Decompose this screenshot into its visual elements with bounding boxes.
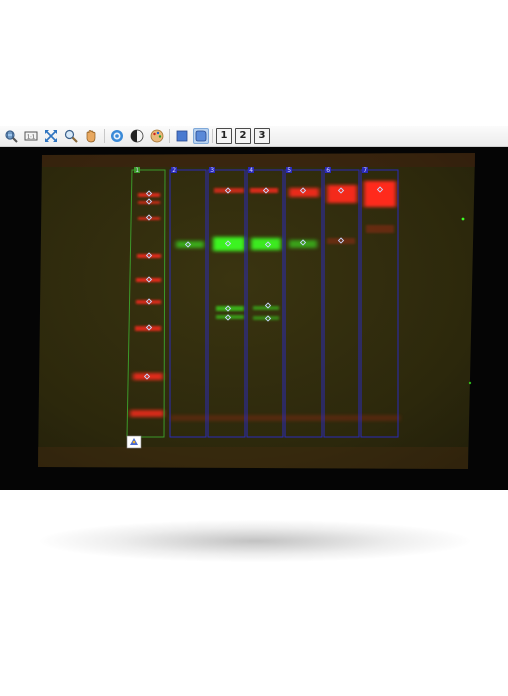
zoom-100-icon: 1:1 xyxy=(24,131,38,141)
hand-pan-icon xyxy=(86,130,96,143)
view-2-button[interactable]: 2 xyxy=(235,128,251,144)
lane-label: 2 xyxy=(172,167,176,174)
red-band xyxy=(327,185,357,203)
palette-button[interactable] xyxy=(149,128,165,144)
svg-text:1:1: 1:1 xyxy=(27,135,35,141)
lane-label: 1 xyxy=(135,167,139,174)
ladder-band xyxy=(133,373,163,380)
lane-label: 6 xyxy=(326,167,330,174)
brightness-button[interactable] xyxy=(109,128,125,144)
fit-to-window-icon xyxy=(45,130,57,142)
lane-shape-icon xyxy=(195,130,207,142)
rectangle-shape-button[interactable] xyxy=(174,128,190,144)
lane-anchor-handle[interactable] xyxy=(126,435,142,449)
green-band xyxy=(213,237,245,251)
lane-label: 5 xyxy=(287,167,291,174)
image-toolbar: 1:1 1 2 3 xyxy=(0,126,508,147)
view-3-button[interactable]: 3 xyxy=(254,128,270,144)
zoom-region-button[interactable] xyxy=(3,128,19,144)
red-band xyxy=(364,181,396,207)
fit-to-window-button[interactable] xyxy=(43,128,59,144)
lane-label: 3 xyxy=(210,167,214,174)
toolbar-separator xyxy=(169,129,170,143)
magnifier-button[interactable] xyxy=(63,128,79,144)
lane-label: 4 xyxy=(249,167,253,174)
western-blot-canvas: 1 2 3 4 5 6 7 xyxy=(38,153,475,469)
green-speck xyxy=(461,217,465,221)
drop-shadow xyxy=(40,520,470,562)
view-1-button[interactable]: 1 xyxy=(216,128,232,144)
rectangle-shape-icon xyxy=(176,130,188,142)
green-band xyxy=(289,240,317,248)
zoom-100-button[interactable]: 1:1 xyxy=(23,128,39,144)
zoom-region-icon xyxy=(5,130,18,143)
green-speck xyxy=(468,381,472,385)
image-viewer[interactable]: 1 2 3 4 5 6 7 xyxy=(0,147,508,490)
membrane xyxy=(38,153,475,469)
toolbar-separator xyxy=(212,129,213,143)
brightness-icon xyxy=(111,130,123,142)
contrast-icon xyxy=(130,129,144,143)
palette-icon xyxy=(150,129,164,143)
red-band xyxy=(366,225,394,233)
magnifier-icon xyxy=(64,129,78,143)
toolbar-separator xyxy=(104,129,105,143)
lane-shape-button[interactable] xyxy=(193,128,209,144)
hand-pan-button[interactable] xyxy=(83,128,99,144)
ladder-band xyxy=(130,410,164,417)
lane-label: 7 xyxy=(363,167,367,174)
contrast-button[interactable] xyxy=(129,128,145,144)
